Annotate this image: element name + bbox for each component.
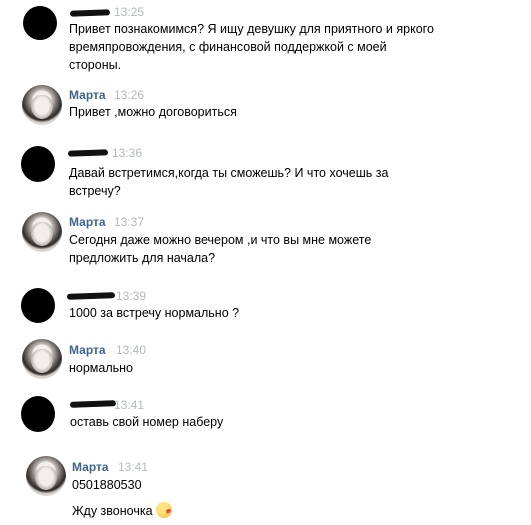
- user-avatar[interactable]: [22, 85, 62, 125]
- message-text: стороны.: [69, 58, 122, 72]
- redacted-author-name[interactable]: [67, 149, 109, 157]
- redacted-author-name[interactable]: [66, 292, 116, 300]
- redacted-avatar[interactable]: [21, 396, 55, 432]
- message-text: нормально: [69, 361, 134, 375]
- redacted-avatar[interactable]: [21, 146, 55, 182]
- author-name[interactable]: Марта: [69, 88, 106, 102]
- message-text: предложить для начала?: [69, 251, 216, 265]
- message-text: Сегодня даже можно вечером ,и что вы мне…: [69, 233, 372, 247]
- message-text: 1000 за встречу нормально ?: [69, 306, 240, 320]
- user-avatar[interactable]: [22, 212, 62, 252]
- message-text: оставь свой номер наберу: [70, 415, 224, 429]
- message-text: Жду звоночка: [72, 504, 153, 518]
- message-text-line: Жду звоночка: [72, 502, 172, 520]
- message-time: 13:40: [116, 343, 147, 357]
- message-time: 13:41: [114, 398, 145, 412]
- message-text: встречу?: [69, 184, 121, 198]
- message-text: Привет ,можно договориться: [69, 105, 237, 119]
- message-time: 13:26: [114, 88, 145, 102]
- message-time: 13:25: [114, 5, 145, 19]
- message-text: времяпровождения, с финансовой поддержко…: [69, 40, 387, 54]
- author-name[interactable]: Марта: [69, 343, 106, 357]
- author-name[interactable]: Марта: [69, 215, 106, 229]
- message-time: 13:36: [112, 146, 143, 160]
- message-time: 13:41: [118, 460, 149, 474]
- message-text: 0501880530: [72, 478, 142, 492]
- user-avatar[interactable]: [26, 456, 66, 496]
- message-text: Привет познакомимся? Я ищу девушку для п…: [69, 22, 434, 36]
- user-avatar[interactable]: [22, 339, 62, 379]
- redacted-avatar[interactable]: [21, 288, 55, 323]
- redacted-author-name[interactable]: [69, 400, 117, 408]
- author-name[interactable]: Марта: [72, 460, 109, 474]
- message-text: Давай встретимся,когда ты сможешь? И что…: [69, 166, 389, 180]
- redacted-avatar[interactable]: [23, 6, 57, 40]
- kiss-emoji-icon: [155, 502, 172, 518]
- message-time: 13:37: [114, 215, 145, 229]
- redacted-author-name[interactable]: [69, 9, 111, 17]
- message-time: 13:39: [116, 289, 147, 303]
